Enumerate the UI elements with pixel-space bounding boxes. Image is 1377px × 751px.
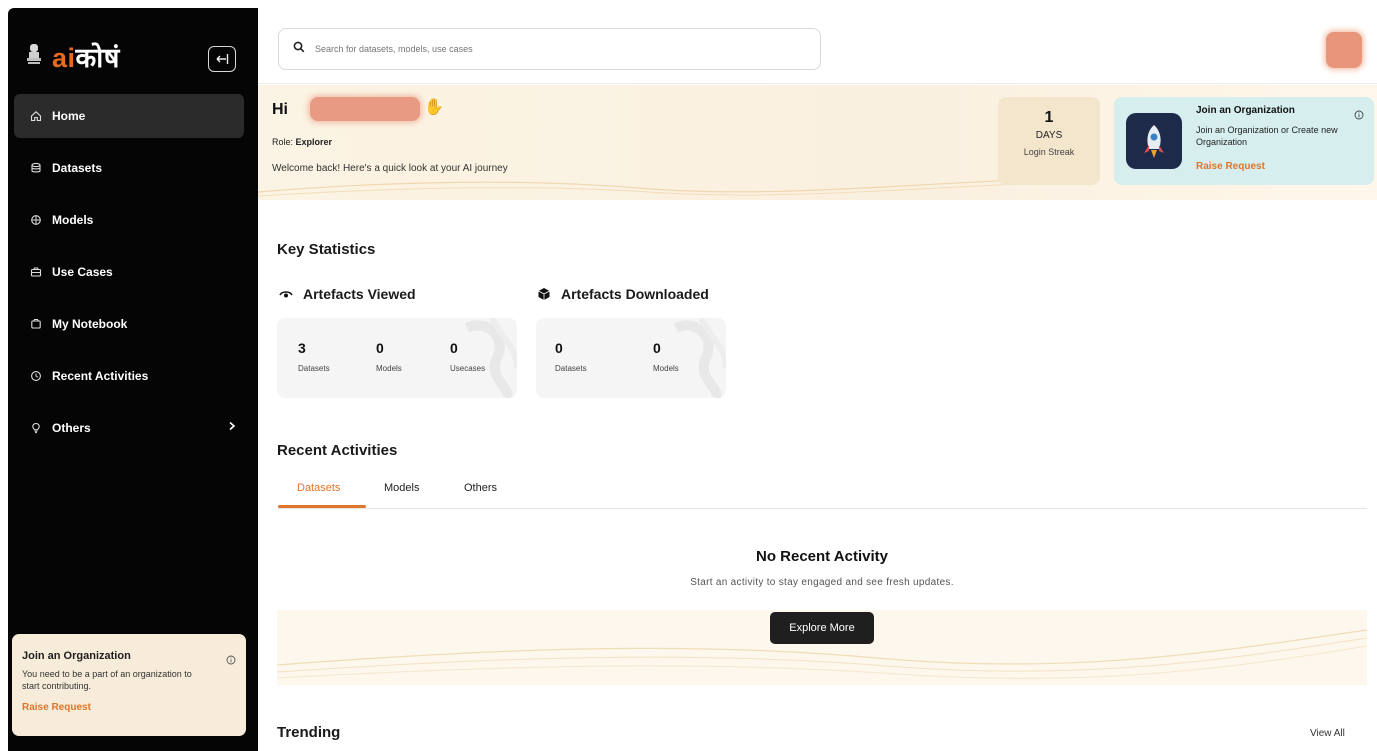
info-icon[interactable] xyxy=(1354,107,1364,125)
brand-suffix: कोषं xyxy=(75,43,120,73)
stat-value: 0 xyxy=(450,340,458,356)
trending-title: Trending xyxy=(277,724,341,741)
empty-state-title: No Recent Activity xyxy=(756,548,888,565)
artefacts-viewed-title: Artefacts Viewed xyxy=(303,286,416,302)
eye-icon xyxy=(279,288,293,300)
chevron-right-icon xyxy=(228,420,236,434)
top-bar xyxy=(258,8,1377,84)
waving-hand-icon: ✋ xyxy=(424,99,444,116)
cube-icon xyxy=(537,287,551,301)
search-box[interactable] xyxy=(278,28,821,70)
home-icon xyxy=(29,109,43,123)
arrow-left-bar-icon xyxy=(216,54,229,64)
sidebar-join-organization-card: Join an Organization You need to be a pa… xyxy=(12,634,246,736)
join-card-description: Join an Organization or Create new Organ… xyxy=(1196,125,1338,147)
sidebar-item-label: My Notebook xyxy=(52,317,128,331)
stat-value: 0 xyxy=(653,340,661,356)
artefacts-downloaded-card: 0 Datasets 0 Models xyxy=(536,318,726,398)
stat-label: Datasets xyxy=(298,364,330,373)
national-emblem-icon xyxy=(27,44,41,64)
banner-wave-decoration xyxy=(258,179,1018,197)
role-value: Explorer xyxy=(295,137,333,147)
sidebar: aiकोषं Home Datasets Models Use Cases My… xyxy=(8,8,258,751)
recent-activities-title: Recent Activities xyxy=(277,442,398,459)
user-name-redacted xyxy=(310,97,420,121)
sidebar-item-label: Recent Activities xyxy=(52,369,149,383)
org-card-description: You need to be a part of an organization… xyxy=(22,669,192,691)
sidebar-raise-request-link[interactable]: Raise Request xyxy=(22,702,232,713)
role-label: Role: xyxy=(272,137,294,147)
sidebar-item-label: Others xyxy=(52,421,91,435)
sidebar-item-label: Use Cases xyxy=(52,265,113,279)
brand-logo[interactable]: aiकोषं xyxy=(52,38,120,75)
streak-unit: DAYS xyxy=(1035,130,1063,141)
collapse-sidebar-button[interactable] xyxy=(208,46,236,72)
model-icon xyxy=(29,213,43,227)
notebook-icon xyxy=(29,317,43,331)
user-avatar[interactable] xyxy=(1326,32,1362,68)
logo-row: aiकोषं xyxy=(8,8,258,90)
search-input[interactable] xyxy=(315,44,795,54)
stat-label: Usecases xyxy=(450,364,486,373)
stat-label: Models xyxy=(653,364,679,373)
stat-downloaded-datasets: 0 Datasets xyxy=(555,340,587,373)
rocket-icon xyxy=(1126,113,1182,169)
tab-datasets[interactable]: Datasets xyxy=(297,482,340,494)
recent-activities-tabs: Datasets Models Others xyxy=(277,474,1367,509)
key-statistics-title: Key Statistics xyxy=(277,241,376,258)
stat-label: Datasets xyxy=(555,364,587,373)
greeting: Hi xyxy=(272,101,288,118)
stat-value: 0 xyxy=(555,340,563,356)
info-icon[interactable] xyxy=(226,652,236,670)
login-streak-card: 1 DAYS Login Streak xyxy=(998,97,1100,185)
artefacts-downloaded-heading: Artefacts Downloaded xyxy=(537,286,709,302)
join-card-title: Join an Organization xyxy=(1196,105,1295,116)
join-organization-card: Join an Organization Join an Organizatio… xyxy=(1114,97,1374,185)
lightbulb-icon xyxy=(29,421,43,435)
sidebar-item-others[interactable]: Others xyxy=(14,406,244,450)
stat-viewed-models: 0 Models xyxy=(376,340,402,373)
sidebar-item-label: Datasets xyxy=(52,161,103,175)
streak-label: Login Streak xyxy=(1023,147,1075,157)
sidebar-item-home[interactable]: Home xyxy=(14,94,244,138)
artefacts-viewed-heading: Artefacts Viewed xyxy=(279,286,416,302)
sidebar-nav: Home Datasets Models Use Cases My Notebo… xyxy=(8,94,258,458)
clock-icon xyxy=(29,369,43,383)
artefacts-downloaded-title: Artefacts Downloaded xyxy=(561,286,709,302)
stat-viewed-usecases: 0 Usecases xyxy=(450,340,485,373)
streak-value: 1 xyxy=(1044,109,1054,126)
stat-value: 0 xyxy=(376,340,384,356)
raise-request-link[interactable]: Raise Request xyxy=(1196,161,1265,172)
sidebar-item-label: Models xyxy=(52,213,94,227)
welcome-banner: Hi ✋ Role: Explorer Welcome back! Here's… xyxy=(258,85,1377,200)
sidebar-item-recent-activities[interactable]: Recent Activities xyxy=(14,354,244,398)
empty-state-description: Start an activity to stay engaged and se… xyxy=(690,577,954,588)
sidebar-item-models[interactable]: Models xyxy=(14,198,244,242)
role-line: Role: Explorer xyxy=(272,137,332,147)
brand-prefix: ai xyxy=(52,43,76,73)
explore-more-button[interactable]: Explore More xyxy=(770,612,874,644)
tab-models[interactable]: Models xyxy=(384,482,419,494)
stat-downloaded-models: 0 Models xyxy=(653,340,679,373)
sidebar-item-datasets[interactable]: Datasets xyxy=(14,146,244,190)
welcome-message: Welcome back! Here's a quick look at you… xyxy=(272,163,508,174)
active-tab-indicator xyxy=(278,505,366,508)
briefcase-icon xyxy=(29,265,43,279)
artefacts-viewed-card: 3 Datasets 0 Models 0 Usecases xyxy=(277,318,517,398)
tab-others[interactable]: Others xyxy=(464,482,497,494)
empty-state: No Recent Activity Start an activity to … xyxy=(277,510,1367,685)
sidebar-item-use-cases[interactable]: Use Cases xyxy=(14,250,244,294)
search-icon xyxy=(293,40,305,58)
sidebar-item-my-notebook[interactable]: My Notebook xyxy=(14,302,244,346)
view-all-link[interactable]: View All xyxy=(1310,728,1345,739)
org-card-title: Join an Organization xyxy=(22,650,131,662)
database-icon xyxy=(29,161,43,175)
sidebar-item-label: Home xyxy=(52,109,86,123)
stat-viewed-datasets: 3 Datasets xyxy=(298,340,330,373)
stat-value: 3 xyxy=(298,340,306,356)
stat-label: Models xyxy=(376,364,402,373)
